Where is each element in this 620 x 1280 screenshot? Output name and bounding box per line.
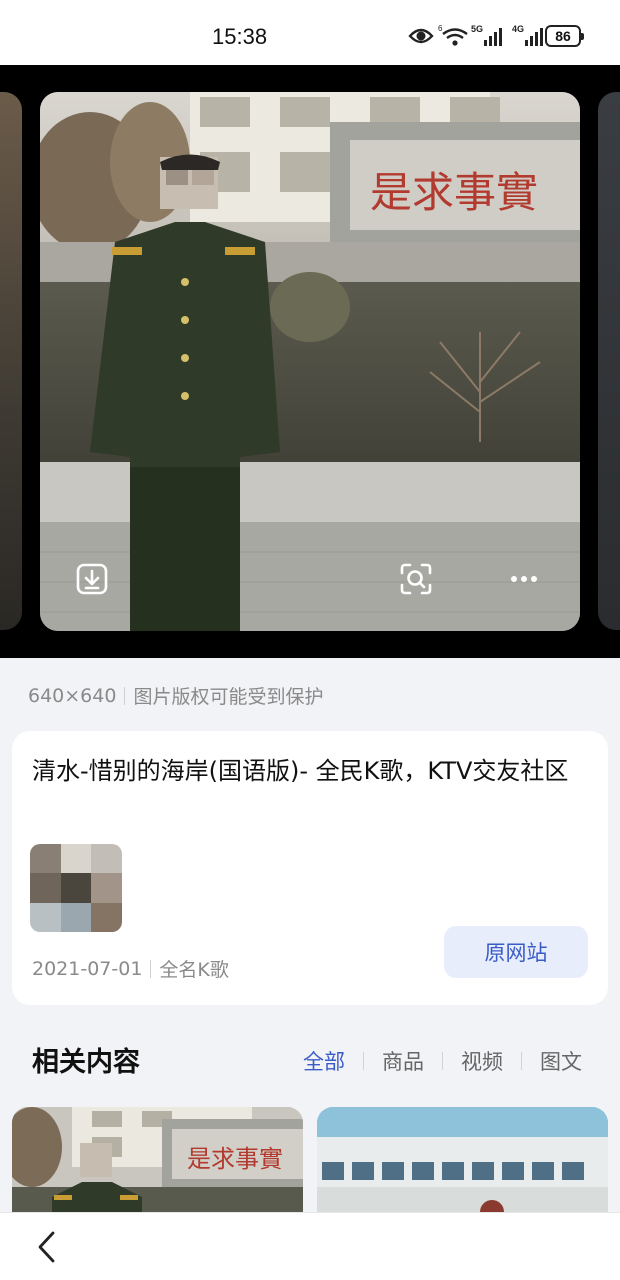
copyright-note: 图片版权可能受到保护 <box>133 686 324 708</box>
svg-text:6: 6 <box>438 24 443 33</box>
source-title[interactable]: 清水-惜别的海岸(国语版)- 全民K歌，KTV交友社区 <box>32 753 592 789</box>
main-photo[interactable]: 是求事實 <box>40 92 580 631</box>
divider <box>150 959 152 978</box>
wifi-icon: 6 <box>438 24 468 46</box>
tab-all[interactable]: 全部 <box>303 1046 345 1076</box>
related-item[interactable]: 是求事實 <box>12 1107 303 1227</box>
more-icon <box>511 576 537 582</box>
related-thumbnail <box>317 1107 608 1227</box>
source-date: 2021-07-01 <box>32 957 143 980</box>
related-tabs: 全部 商品 视频 图文 <box>303 1046 582 1076</box>
chevron-left-icon <box>38 1231 55 1263</box>
tab-videos[interactable]: 视频 <box>461 1046 503 1076</box>
divider <box>363 1052 364 1070</box>
svg-text:5G: 5G <box>471 24 483 34</box>
related-thumbnail: 是求事實 <box>12 1107 303 1227</box>
image-viewer[interactable]: 是求事實 <box>0 65 620 658</box>
divider <box>442 1052 443 1070</box>
source-thumbnail <box>30 844 122 932</box>
sign-text: 是求事實 <box>370 168 538 217</box>
status-bar: 15:38 6 5G 4G 86 <box>0 0 620 65</box>
lens-search-icon <box>400 563 432 595</box>
photo-illustration: 是求事實 <box>40 92 580 631</box>
tab-articles[interactable]: 图文 <box>540 1046 582 1076</box>
download-icon <box>76 563 108 595</box>
download-button[interactable] <box>70 557 114 601</box>
source-card[interactable]: 清水-惜别的海岸(国语版)- 全民K歌，KTV交友社区 2021-07-01 全… <box>12 731 608 1005</box>
next-image[interactable] <box>598 92 620 630</box>
source-site: 全名K歌 <box>159 959 229 981</box>
related-heading: 相关内容 <box>32 1047 140 1078</box>
signal-icon-4g: 4G <box>512 24 543 46</box>
source-meta: 2021-07-01 全名K歌 <box>32 955 229 982</box>
related-item[interactable] <box>317 1107 608 1227</box>
back-button[interactable] <box>28 1227 68 1267</box>
divider <box>521 1052 522 1070</box>
image-dimensions: 640×640 <box>28 684 117 707</box>
image-info: 640×640 图片版权可能受到保护 <box>28 682 323 709</box>
eye-icon <box>408 28 434 44</box>
svg-text:4G: 4G <box>512 24 524 34</box>
tab-products[interactable]: 商品 <box>382 1046 424 1076</box>
bottom-bar <box>0 1212 620 1280</box>
previous-image[interactable] <box>0 92 22 630</box>
original-site-button[interactable]: 原网站 <box>444 926 588 978</box>
status-time: 15:38 <box>212 24 268 49</box>
lens-search-button[interactable] <box>394 557 438 601</box>
divider <box>124 686 126 705</box>
battery-indicator: 86 <box>545 25 584 47</box>
signal-icon-5g: 5G <box>471 24 502 46</box>
svg-text:是求事實: 是求事實 <box>187 1145 283 1173</box>
more-button[interactable] <box>502 557 546 601</box>
